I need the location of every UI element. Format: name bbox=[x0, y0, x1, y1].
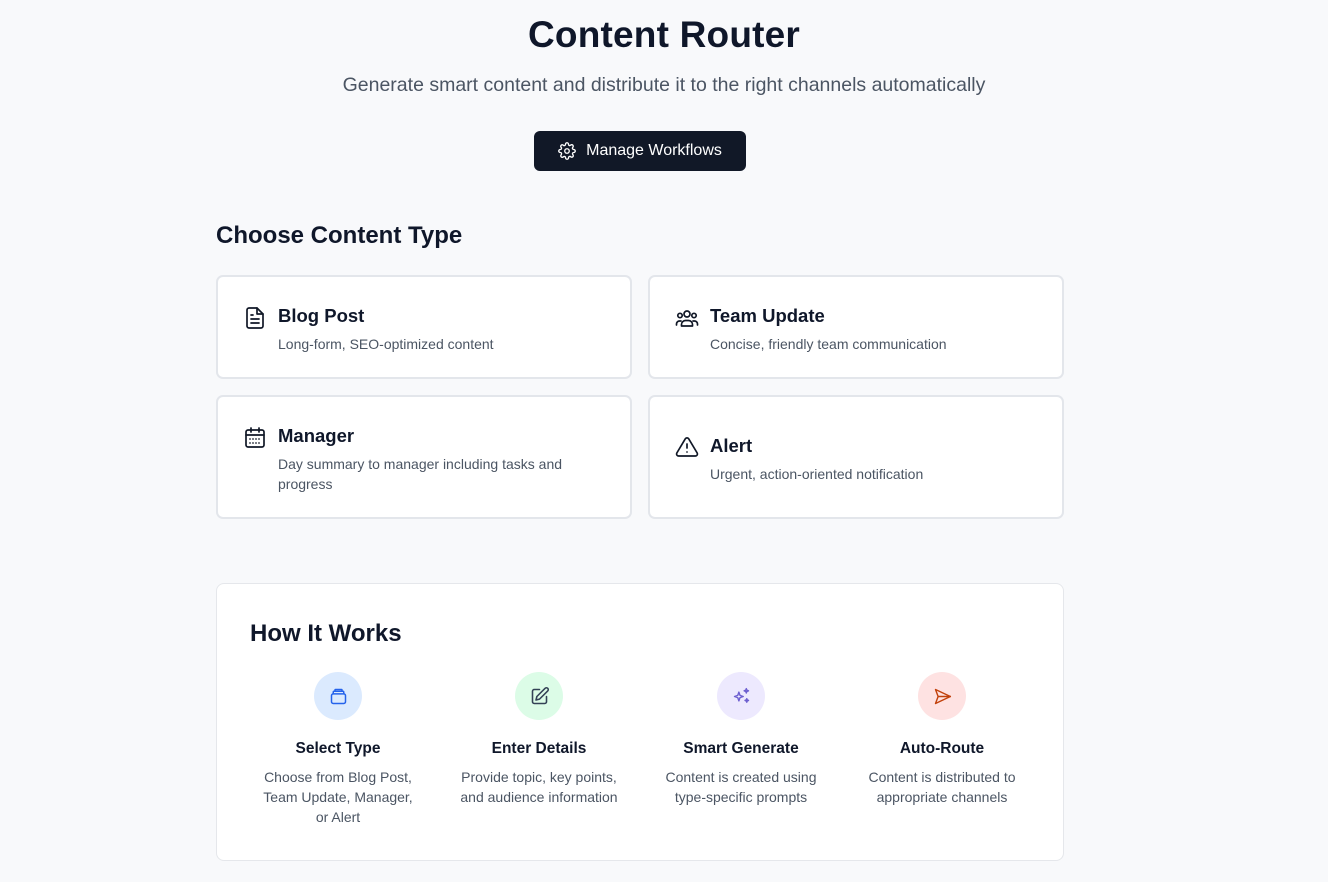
step-description: Content is distributed to appropriate ch… bbox=[868, 769, 1016, 805]
card-title: Blog Post bbox=[278, 305, 365, 326]
step-title: Auto-Route bbox=[899, 740, 985, 757]
card-title: Alert bbox=[710, 435, 753, 456]
send-icon bbox=[934, 688, 951, 704]
document-icon bbox=[246, 307, 264, 329]
card-description: Urgent, action-oriented notification bbox=[710, 466, 924, 482]
page-subtitle: Generate smart content and distribute it… bbox=[342, 74, 986, 96]
how-it-works-panel: How It Works Select Type Choose from Blo… bbox=[216, 583, 1064, 861]
step-select-type: Select Type Choose from Blog Post, Team … bbox=[250, 672, 426, 827]
edit-icon bbox=[531, 686, 549, 704]
manage-workflows-button[interactable]: Manage Workflows bbox=[534, 131, 746, 171]
step-description: Choose from Blog Post, Team Update, Mana… bbox=[263, 769, 413, 825]
users-icon bbox=[675, 310, 699, 327]
step-title: Select Type bbox=[295, 740, 381, 757]
card-description: Long-form, SEO-optimized content bbox=[278, 336, 494, 352]
content-type-card-blog-post[interactable]: Blog Post Long-form, SEO-optimized conte… bbox=[216, 275, 632, 379]
step-icon-circle bbox=[314, 672, 362, 720]
step-description: Content is created using type-specific p… bbox=[665, 769, 817, 805]
calendar-icon bbox=[245, 427, 265, 448]
warning-icon bbox=[675, 437, 699, 457]
page-title: Content Router bbox=[527, 14, 801, 55]
card-title: Team Update bbox=[710, 305, 825, 326]
card-description: Day summary to manager including tasks a… bbox=[278, 456, 563, 492]
sparkles-icon bbox=[733, 687, 749, 703]
section-title-content-type: Choose Content Type bbox=[216, 222, 463, 249]
step-auto-route: Auto-Route Content is distributed to app… bbox=[854, 672, 1030, 807]
content-type-card-team-update[interactable]: Team Update Concise, friendly team commu… bbox=[648, 275, 1064, 379]
step-icon-circle bbox=[515, 672, 563, 720]
content-type-card-alert[interactable]: Alert Urgent, action-oriented notificati… bbox=[648, 395, 1064, 519]
step-icon-circle bbox=[918, 672, 966, 720]
manage-workflows-label: Manage Workflows bbox=[586, 142, 722, 159]
step-smart-generate: Smart Generate Content is created using … bbox=[653, 672, 829, 807]
how-it-works-title: How It Works bbox=[250, 620, 402, 647]
step-icon-circle bbox=[717, 672, 765, 720]
step-title: Smart Generate bbox=[683, 740, 799, 757]
content-type-card-manager[interactable]: Manager Day summary to manager including… bbox=[216, 395, 632, 519]
card-title: Manager bbox=[278, 425, 355, 446]
step-title: Enter Details bbox=[491, 740, 587, 757]
stack-icon bbox=[330, 688, 346, 704]
content-router-page: Content Router Generate smart content an… bbox=[0, 0, 1328, 882]
step-description: Provide topic, key points, and audience … bbox=[460, 769, 618, 805]
card-description: Concise, friendly team communication bbox=[710, 336, 947, 352]
gear-icon bbox=[558, 142, 576, 160]
step-enter-details: Enter Details Provide topic, key points,… bbox=[451, 672, 627, 807]
